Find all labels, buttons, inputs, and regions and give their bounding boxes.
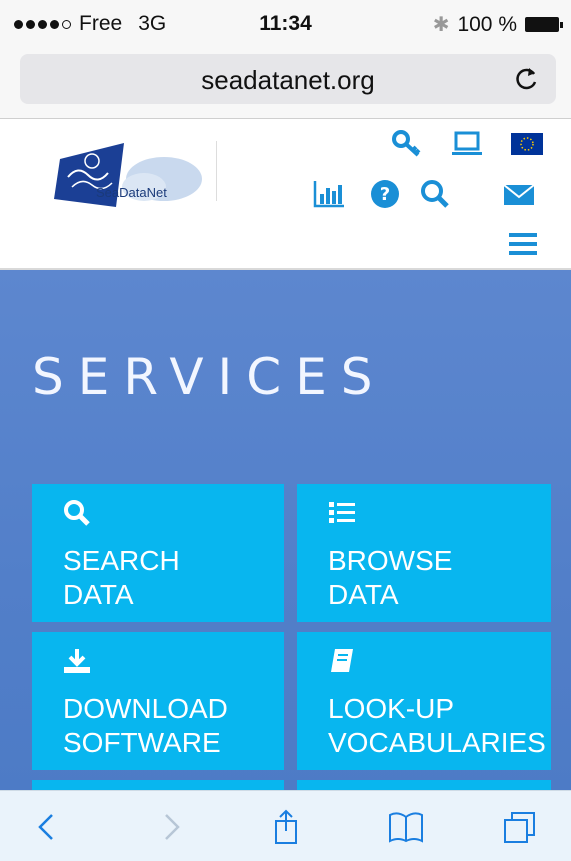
bluetooth-icon: ✱ xyxy=(432,14,450,36)
services-title: SERVICES xyxy=(32,348,387,406)
tile-label: SEARCH DATA xyxy=(63,545,180,610)
menu-icon[interactable] xyxy=(506,227,540,261)
chart-icon[interactable] xyxy=(312,177,346,211)
services-hero: SERVICES SEARCH DATA BROWSE DATA DOWNLOA… xyxy=(0,270,571,800)
url-text[interactable]: seadatanet.org xyxy=(20,65,556,96)
share-icon[interactable] xyxy=(266,809,306,845)
tile-download-software[interactable]: DOWNLOAD SOFTWARE xyxy=(32,632,284,770)
address-bar[interactable]: seadatanet.org xyxy=(20,54,556,104)
svg-text:?: ? xyxy=(380,184,390,205)
tile-browse-data[interactable]: BROWSE DATA xyxy=(297,484,551,622)
key-icon[interactable] xyxy=(390,127,424,161)
status-bar: Free 3G 11:34 ✱ 100 % xyxy=(0,0,571,44)
laptop-icon[interactable] xyxy=(450,127,484,161)
download-icon xyxy=(64,649,90,673)
battery-group: ✱ 100 % xyxy=(432,12,563,37)
tile-label: DOWNLOAD SOFTWARE xyxy=(63,693,228,758)
tile-label: LOOK-UP VOCABULARIES xyxy=(328,693,546,758)
back-icon[interactable] xyxy=(28,809,68,845)
search-icon xyxy=(64,500,90,526)
site-header: SeaDataNet ? xyxy=(0,119,571,269)
mail-icon[interactable] xyxy=(502,177,536,211)
reload-icon[interactable] xyxy=(512,62,540,94)
battery-icon xyxy=(525,17,563,32)
tile-label: BROWSE DATA xyxy=(328,545,453,610)
help-icon[interactable]: ? xyxy=(368,177,402,211)
forward-icon[interactable] xyxy=(150,809,190,845)
header-divider xyxy=(216,141,217,201)
tabs-icon[interactable] xyxy=(500,809,540,845)
eu-flag-icon[interactable] xyxy=(510,127,544,161)
tile-search-data[interactable]: SEARCH DATA xyxy=(32,484,284,622)
logo-wordmark: SeaDataNet xyxy=(96,185,167,200)
search-icon[interactable] xyxy=(418,177,452,211)
battery-percent: 100 % xyxy=(457,12,517,36)
list-icon xyxy=(329,502,355,523)
bookmarks-icon[interactable] xyxy=(386,809,426,845)
tile-look-up-vocabularies[interactable]: LOOK-UP VOCABULARIES xyxy=(297,632,551,770)
book-icon xyxy=(331,649,353,672)
browser-toolbar xyxy=(0,790,571,861)
